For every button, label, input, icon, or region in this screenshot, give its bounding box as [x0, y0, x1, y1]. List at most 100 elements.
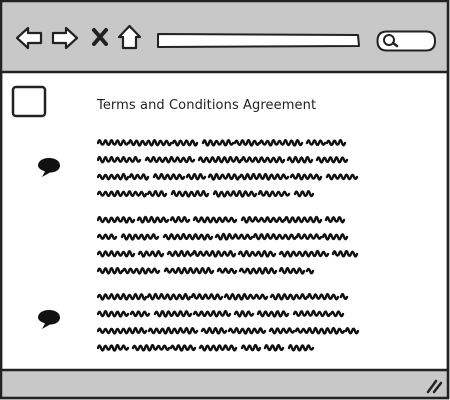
scribble-word — [257, 189, 291, 198]
scribble-word — [169, 344, 197, 352]
close-icon[interactable] — [91, 27, 109, 47]
scribble-word — [97, 233, 118, 241]
terms-paragraph-3 — [97, 288, 362, 356]
scribble-word — [198, 344, 238, 352]
scribble-word — [289, 172, 323, 181]
scribble-text-line — [97, 245, 362, 262]
terms-paragraph-1 — [97, 134, 362, 202]
scribble-word — [120, 233, 160, 241]
resize-grip-icon[interactable] — [425, 378, 443, 394]
scribble-word — [163, 266, 215, 275]
scribble-word — [258, 138, 304, 147]
scribble-word — [128, 173, 150, 181]
status-bar — [0, 370, 450, 400]
scribble-text-line — [97, 322, 362, 339]
scribble-word — [201, 138, 235, 147]
scribble-word — [315, 156, 349, 164]
scribble-word — [197, 155, 243, 164]
browser-window: Terms and Conditions Agreement — [0, 0, 450, 400]
scribble-word — [153, 310, 193, 318]
scribble-word — [240, 343, 262, 352]
comment-icon[interactable] — [37, 308, 61, 330]
terms-paragraph-2 — [97, 211, 362, 279]
scribble-word — [207, 172, 241, 181]
scribble-word — [305, 267, 315, 275]
agree-checkbox[interactable] — [11, 85, 47, 118]
scribble-word — [97, 326, 148, 335]
scribble-text-line — [97, 228, 362, 245]
scribble-word — [152, 172, 186, 181]
scribble-word — [240, 216, 286, 224]
scribble-word — [185, 172, 207, 181]
scribble-text-line — [97, 305, 362, 322]
scribble-word — [269, 293, 309, 301]
home-icon[interactable] — [117, 24, 142, 50]
scribble-word — [97, 343, 130, 352]
scribble-word — [192, 309, 232, 318]
arrow-right-icon[interactable] — [51, 26, 79, 50]
scribble-text-line — [97, 339, 362, 356]
scribble-word — [240, 155, 286, 164]
scribble-word — [131, 343, 171, 352]
scribble-word — [305, 139, 327, 147]
scribble-text-line — [97, 262, 362, 279]
scribble-word — [97, 292, 148, 301]
scribble-word — [166, 249, 194, 258]
address-bar[interactable] — [155, 32, 361, 49]
scribble-word — [295, 232, 323, 241]
scribble-word — [233, 138, 261, 147]
scribble-text-line — [97, 134, 362, 151]
scribble-word — [293, 189, 315, 198]
scribble-word — [97, 266, 124, 275]
scribble-word — [294, 326, 346, 335]
scribble-word — [97, 139, 130, 147]
scribble-word — [278, 266, 306, 275]
scribble-word — [190, 292, 224, 301]
search-field[interactable] — [376, 30, 436, 52]
scribble-word — [325, 138, 347, 147]
scribble-word — [214, 232, 254, 241]
scribble-text-line — [97, 168, 362, 185]
scribble-word — [278, 249, 330, 258]
scribble-word — [263, 343, 285, 352]
scribble-word — [97, 155, 142, 164]
scribble-word — [324, 215, 346, 224]
scribble-word — [191, 249, 237, 258]
arrow-left-icon[interactable] — [15, 26, 43, 50]
scribble-text-line — [97, 211, 362, 228]
scribble-word — [97, 189, 148, 198]
scribble-text-line — [97, 185, 362, 202]
scribble-word — [287, 343, 315, 352]
scribble-word — [97, 172, 130, 181]
scribble-word — [170, 189, 210, 198]
scribble-word — [146, 189, 168, 198]
scribble-word — [146, 292, 192, 301]
scribble-word — [147, 326, 199, 335]
scribble-word — [321, 233, 349, 241]
scribble-word — [292, 309, 332, 318]
scribble-word — [162, 232, 214, 241]
browser-toolbar — [0, 0, 450, 72]
scribble-word — [223, 293, 269, 301]
scribble-word — [331, 249, 359, 258]
scribble-word — [227, 326, 267, 335]
scribble-word — [283, 215, 323, 224]
scribble-word — [129, 310, 151, 318]
scribble-word — [216, 267, 238, 275]
scribble-word — [212, 189, 258, 198]
scribble-word — [137, 250, 165, 258]
scribble-word — [325, 173, 359, 181]
scribble-word — [238, 172, 290, 181]
scribble-word — [286, 155, 314, 164]
scribble-text-line — [97, 288, 362, 305]
scribble-word — [127, 139, 173, 147]
scribble-word — [97, 215, 136, 224]
scribble-word — [238, 266, 278, 275]
scribble-word — [169, 215, 191, 224]
scribble-word — [344, 327, 360, 335]
scribble-word — [268, 327, 296, 335]
scribble-word — [121, 267, 161, 275]
scribble-word — [144, 155, 196, 164]
scribble-word — [136, 215, 170, 224]
comment-icon[interactable] — [37, 156, 61, 178]
